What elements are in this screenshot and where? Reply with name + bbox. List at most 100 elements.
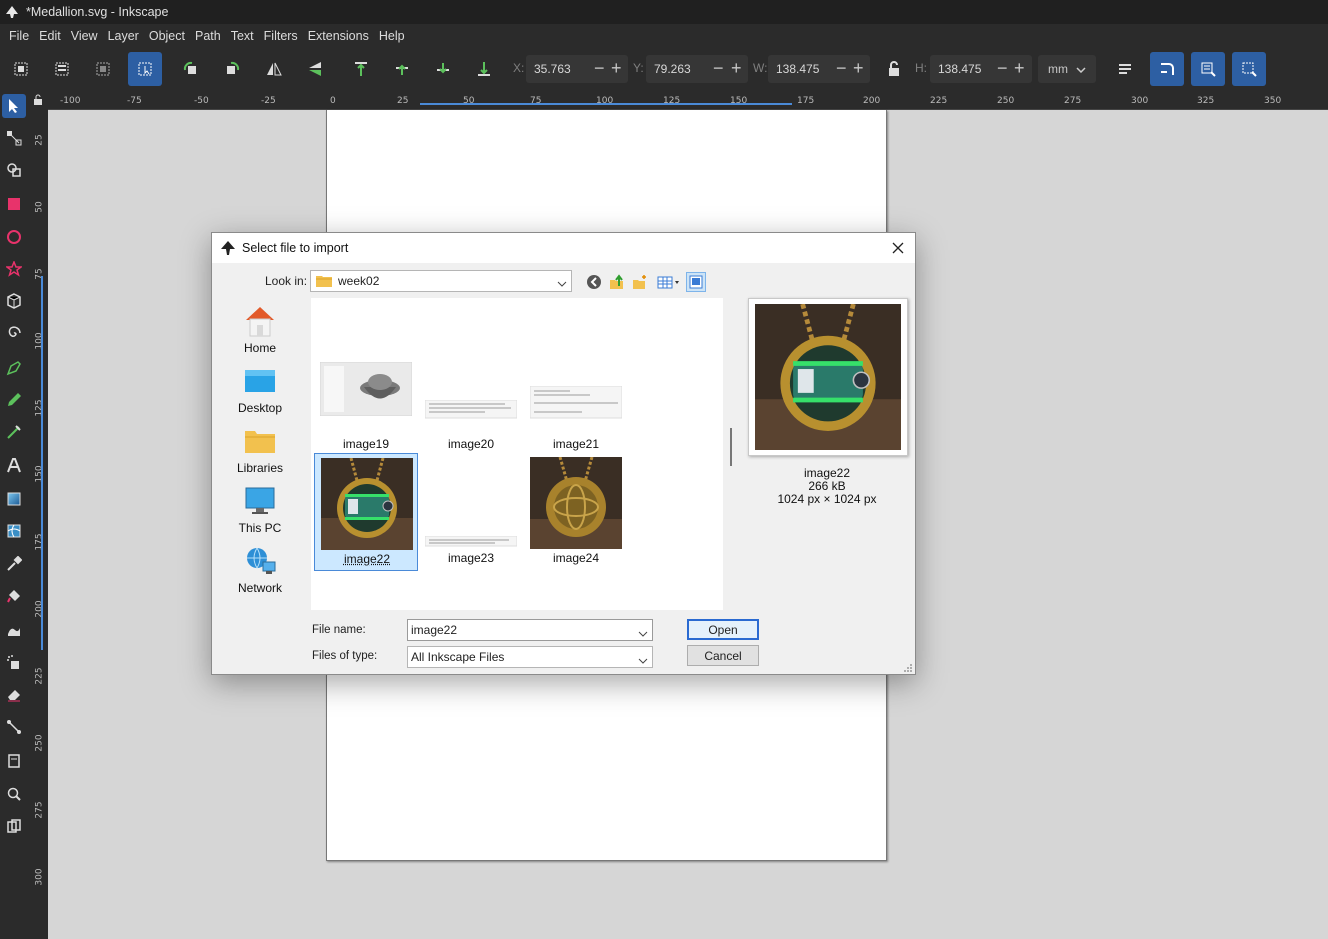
- h-increment-icon[interactable]: +: [1014, 59, 1025, 77]
- import-dialog: Select file to import Look in: week02 Ho…: [211, 232, 916, 675]
- selector-tool-icon[interactable]: [2, 94, 26, 118]
- ellipse-tool-icon[interactable]: [2, 225, 26, 249]
- lock-ratio-icon[interactable]: [881, 56, 907, 82]
- mesh-tool-icon[interactable]: [2, 519, 26, 543]
- transform-patterns-button[interactable]: [1232, 52, 1266, 86]
- network-icon: [243, 544, 277, 578]
- ruler-label: 225: [34, 667, 45, 685]
- flip-horizontal-icon[interactable]: [261, 56, 287, 82]
- ruler-label: -50: [194, 96, 209, 106]
- view-menu-icon[interactable]: [655, 272, 683, 292]
- rotate-cw-icon[interactable]: [219, 56, 245, 82]
- menu-text[interactable]: Text: [226, 29, 259, 43]
- dropper-tool-icon[interactable]: [2, 552, 26, 576]
- menu-filters[interactable]: Filters: [259, 29, 303, 43]
- splitter-handle[interactable]: [730, 428, 732, 466]
- lower-icon[interactable]: [430, 56, 456, 82]
- gradient-tool-icon[interactable]: [2, 487, 26, 511]
- file-type-select[interactable]: All Inkscape Files: [407, 646, 653, 668]
- transform-gradients-button[interactable]: [1191, 52, 1225, 86]
- measure-tool-icon[interactable]: [2, 814, 26, 838]
- star-tool-icon[interactable]: [2, 257, 26, 281]
- pages-tool-icon[interactable]: [2, 749, 26, 773]
- spray-tool-icon[interactable]: [2, 650, 26, 674]
- vertical-ruler[interactable]: 25 50 75 100 125 150 175 200 225 250 275…: [28, 110, 48, 939]
- menu-path[interactable]: Path: [190, 29, 226, 43]
- inkscape-logo-icon: [4, 4, 20, 20]
- close-icon[interactable]: [889, 239, 907, 257]
- x-decrement-icon[interactable]: −: [594, 59, 605, 77]
- menu-help[interactable]: Help: [374, 29, 410, 43]
- w-increment-icon[interactable]: +: [853, 59, 864, 77]
- file-item-image20[interactable]: image20: [419, 339, 523, 457]
- node-tool-icon[interactable]: [2, 126, 26, 150]
- raise-icon[interactable]: [389, 56, 415, 82]
- file-item-image21[interactable]: image21: [524, 339, 628, 457]
- ruler-label: 175: [34, 533, 45, 551]
- unit-select[interactable]: mm: [1038, 55, 1096, 83]
- lower-to-bottom-icon[interactable]: [471, 56, 497, 82]
- y-increment-icon[interactable]: +: [731, 59, 742, 77]
- menu-object[interactable]: Object: [144, 29, 190, 43]
- cancel-button[interactable]: Cancel: [687, 645, 759, 666]
- y-decrement-icon[interactable]: −: [713, 59, 724, 77]
- ruler-label: 75: [34, 268, 45, 280]
- place-libraries[interactable]: Libraries: [220, 424, 300, 475]
- raise-to-top-icon[interactable]: [348, 56, 374, 82]
- file-item-image24[interactable]: image24: [524, 453, 628, 571]
- menu-file[interactable]: File: [4, 29, 34, 43]
- file-name-field[interactable]: image22: [407, 619, 653, 641]
- zoom-tool-icon[interactable]: [2, 782, 26, 806]
- place-this-pc[interactable]: This PC: [220, 484, 300, 535]
- connector-tool-icon[interactable]: [2, 715, 26, 739]
- dialog-title: Select file to import: [242, 241, 349, 255]
- file-item-image19[interactable]: image19: [314, 339, 418, 457]
- menu-extensions[interactable]: Extensions: [303, 29, 374, 43]
- scale-corners-button[interactable]: [1150, 52, 1184, 86]
- touch-select-button[interactable]: [128, 52, 162, 86]
- calligraphy-tool-icon[interactable]: [2, 420, 26, 444]
- paint-bucket-icon[interactable]: [2, 584, 26, 608]
- back-icon[interactable]: [584, 272, 604, 292]
- text-tool-icon[interactable]: [2, 453, 26, 477]
- ruler-label: 200: [863, 96, 881, 106]
- 3d-box-tool-icon[interactable]: [2, 289, 26, 313]
- flip-vertical-icon[interactable]: [302, 56, 328, 82]
- horizontal-ruler[interactable]: -100 -75 -50 -25 0 25 50 75 100 125 150 …: [28, 90, 1328, 110]
- chevron-down-icon[interactable]: [638, 626, 648, 640]
- menu-layer[interactable]: Layer: [103, 29, 144, 43]
- look-in-combo[interactable]: week02: [310, 270, 572, 292]
- pen-tool-icon[interactable]: [2, 356, 26, 380]
- select-all-button[interactable]: [8, 56, 34, 82]
- file-item-image23[interactable]: image23: [419, 453, 523, 571]
- scale-stroke-icon[interactable]: [1112, 56, 1138, 82]
- place-home[interactable]: Home: [220, 304, 300, 355]
- spiral-tool-icon[interactable]: [2, 321, 26, 345]
- h-decrement-icon[interactable]: −: [997, 59, 1008, 77]
- place-network[interactable]: Network: [220, 544, 300, 595]
- menu-view[interactable]: View: [66, 29, 103, 43]
- resize-grip-icon[interactable]: [903, 662, 913, 672]
- tweak-tool-icon[interactable]: [2, 618, 26, 642]
- eraser-tool-icon[interactable]: [2, 682, 26, 706]
- file-list[interactable]: image19 image20 image21 image22 image23: [311, 298, 723, 610]
- up-folder-icon[interactable]: [607, 272, 627, 292]
- file-name: image23: [447, 551, 495, 565]
- pencil-tool-icon[interactable]: [2, 388, 26, 412]
- new-folder-icon[interactable]: [630, 272, 650, 292]
- rotate-ccw-icon[interactable]: [178, 56, 204, 82]
- preview-toggle-icon[interactable]: [686, 272, 706, 292]
- open-button[interactable]: Open: [687, 619, 759, 640]
- select-all-layers-button[interactable]: [49, 56, 75, 82]
- x-increment-icon[interactable]: +: [611, 59, 622, 77]
- shape-builder-icon[interactable]: [2, 158, 26, 182]
- guide-lock-icon[interactable]: [28, 90, 48, 110]
- deselect-button[interactable]: [90, 56, 116, 82]
- ruler-label: 200: [34, 600, 45, 618]
- w-decrement-icon[interactable]: −: [836, 59, 847, 77]
- file-item-image22[interactable]: image22: [314, 453, 418, 571]
- rectangle-tool-icon[interactable]: [2, 192, 26, 216]
- menu-edit[interactable]: Edit: [34, 29, 66, 43]
- place-desktop[interactable]: Desktop: [220, 364, 300, 415]
- file-name: image19: [342, 437, 390, 451]
